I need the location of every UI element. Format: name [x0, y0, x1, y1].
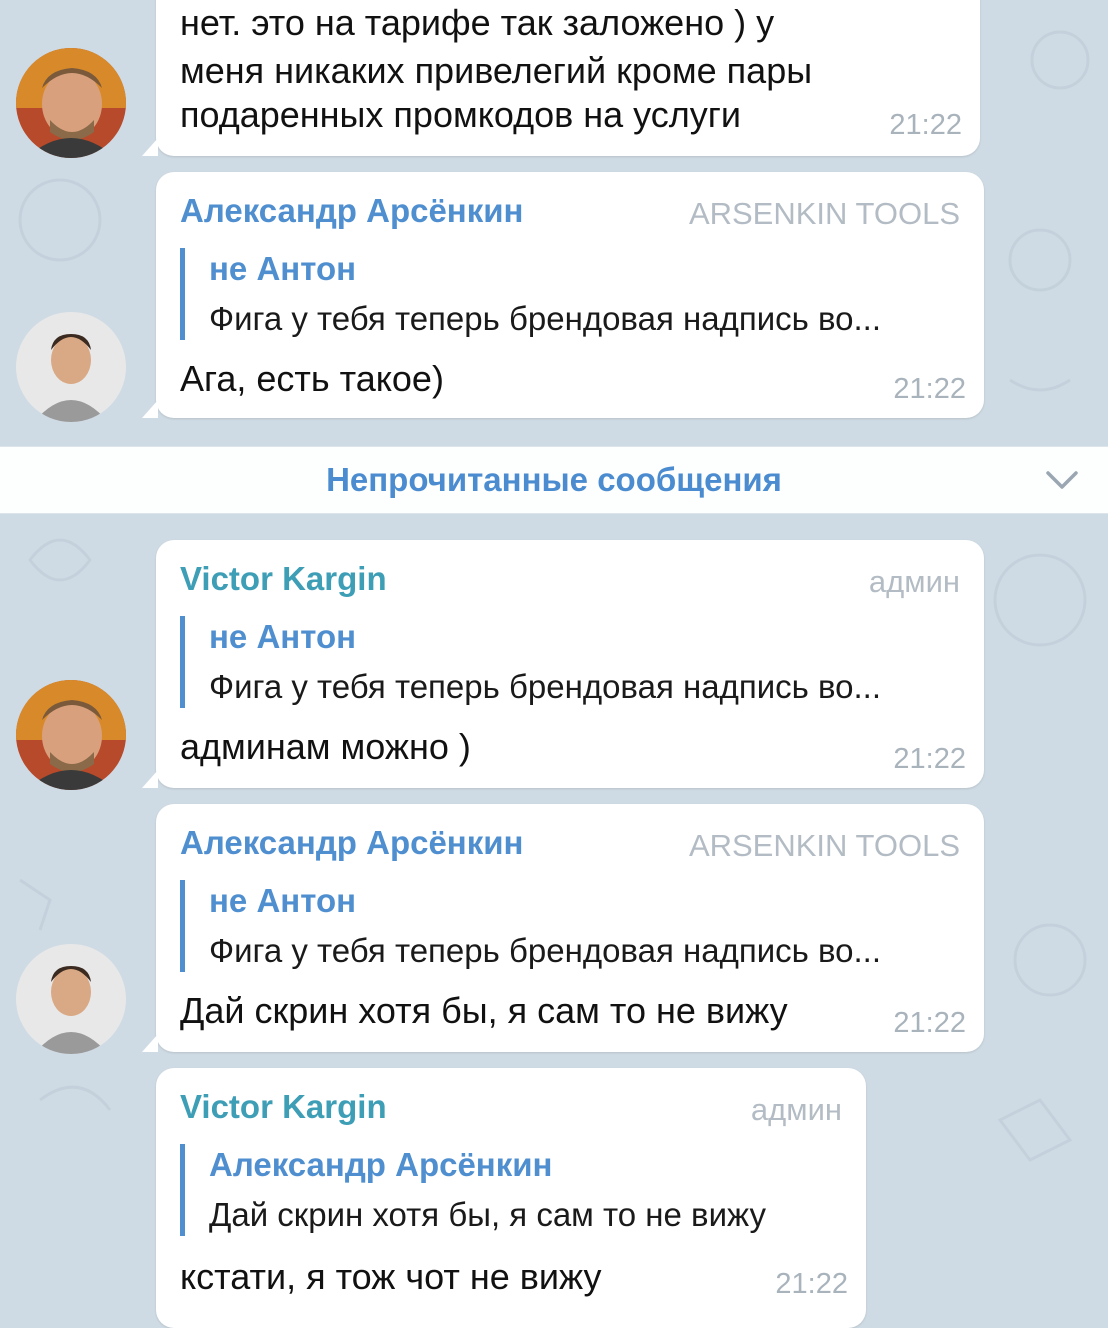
- sender-badge: ARSENKIN TOOLS: [688, 196, 960, 231]
- avatar-photo-victor: [16, 680, 126, 790]
- avatar-alexander[interactable]: [16, 312, 126, 422]
- reply-author: не Антон: [209, 618, 357, 655]
- unread-messages-label: Непрочитанные сообщения: [326, 461, 782, 498]
- sender-name[interactable]: Victor Kargin: [180, 560, 387, 598]
- message-time: 21:22: [893, 373, 966, 405]
- message-text: Дай скрин хотя бы, я сам то не вижу: [180, 990, 788, 1031]
- message-text: админам можно ): [180, 726, 471, 767]
- message-bubble[interactable]: нет. это на тарифе так заложено ) у меня…: [142, 0, 980, 156]
- reply-text: Фига у тебя теперь брендовая надпись во.…: [209, 300, 882, 337]
- message-time: 21:22: [775, 1268, 848, 1300]
- avatar-victor[interactable]: [16, 48, 126, 158]
- sender-name[interactable]: Victor Kargin: [180, 1088, 387, 1126]
- message-text-line: меня никаких привелегий кроме пары: [180, 50, 813, 91]
- chevron-down-icon[interactable]: [1044, 465, 1080, 495]
- sender-name[interactable]: Александр Арсёнкин: [180, 824, 523, 862]
- reply-author: не Антон: [209, 250, 357, 287]
- message-text: кстати, я тож чот не вижу: [180, 1256, 602, 1297]
- reply-quote[interactable]: не Антон Фига у тебя теперь брендовая на…: [180, 616, 964, 708]
- sender-name[interactable]: Александр Арсёнкин: [180, 192, 523, 230]
- sender-badge: ARSENKIN TOOLS: [688, 828, 960, 863]
- message-bubble[interactable]: Александр Арсёнкин ARSENKIN TOOLS не Ант…: [142, 804, 984, 1052]
- avatar-photo-alexander: [16, 312, 126, 422]
- avatar-victor[interactable]: [16, 680, 126, 790]
- reply-text: Фига у тебя теперь брендовая надпись во.…: [209, 932, 882, 969]
- message-text-line: нет. это на тарифе так заложено ) у: [180, 2, 775, 43]
- sender-badge: админ: [750, 1092, 842, 1127]
- reply-quote[interactable]: Александр Арсёнкин Дай скрин хотя бы, я …: [180, 1144, 846, 1236]
- message-time: 21:22: [893, 1007, 966, 1039]
- message-text: Ага, есть такое): [180, 358, 444, 399]
- reply-quote[interactable]: не Антон Фига у тебя теперь брендовая на…: [180, 880, 964, 972]
- reply-text: Фига у тебя теперь брендовая надпись во.…: [209, 668, 882, 705]
- unread-messages-divider: Непрочитанные сообщения: [0, 446, 1108, 514]
- message-bubble[interactable]: Victor Kargin админ Александр Арсёнкин Д…: [156, 1068, 866, 1328]
- message-time: 21:22: [889, 109, 962, 141]
- avatar-photo-victor: [16, 48, 126, 158]
- reply-author: Александр Арсёнкин: [209, 1146, 553, 1183]
- message-bubble[interactable]: Александр Арсёнкин ARSENKIN TOOLS не Ант…: [142, 172, 984, 418]
- reply-author: не Антон: [209, 882, 357, 919]
- reply-text: Дай скрин хотя бы, я сам то не вижу: [209, 1196, 766, 1233]
- message-time: 21:22: [893, 743, 966, 775]
- sender-badge: админ: [868, 564, 960, 599]
- reply-quote[interactable]: не Антон Фига у тебя теперь брендовая на…: [180, 248, 964, 340]
- avatar-photo-alexander: [16, 944, 126, 1054]
- message-bubble[interactable]: Victor Kargin админ не Антон Фига у тебя…: [142, 540, 984, 788]
- avatar-alexander[interactable]: [16, 944, 126, 1054]
- message-text-line: подаренных промкодов на услуги: [180, 94, 742, 135]
